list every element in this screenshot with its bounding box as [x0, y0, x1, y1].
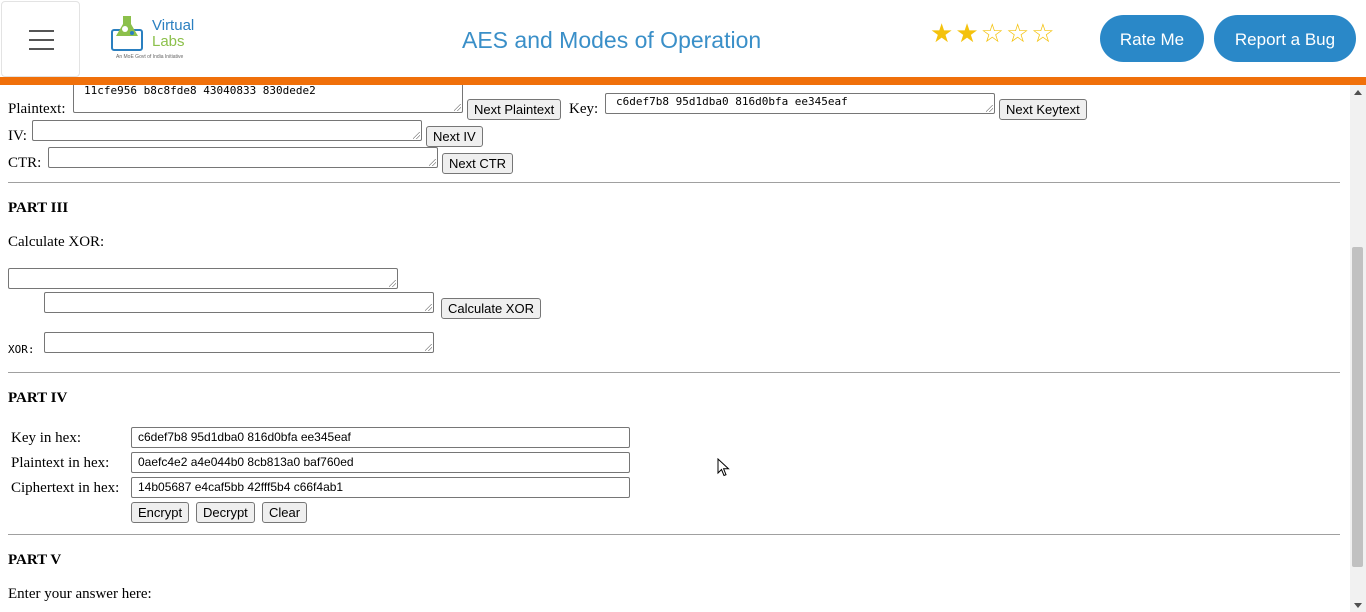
part-v-heading: PART V [8, 552, 62, 568]
xor-input-2[interactable] [44, 292, 434, 313]
logo-tagline: An MoE Govt of India Initiative [116, 54, 184, 60]
star-outline-icon[interactable]: ☆ [1031, 19, 1056, 49]
part-iii-heading: PART III [8, 200, 69, 216]
section-divider [8, 372, 1340, 373]
header-accent-bar [0, 77, 1366, 85]
key-hex-input[interactable]: c6def7b8 95d1dba0 816d0bfa ee345eaf [131, 427, 630, 448]
experiment-content: Plaintext: 11cfe956 b8c8fde8 43040833 83… [0, 85, 1350, 612]
ciphertext-hex-input[interactable]: 14b05687 e4caf5bb 42fff5b4 c66f4ab1 [131, 477, 630, 498]
logo-text-virtual: Virtual [152, 17, 195, 34]
xor-input-1[interactable] [8, 268, 398, 289]
calculate-xor-label: Calculate XOR: [8, 234, 105, 250]
scrollbar-thumb[interactable] [1352, 247, 1363, 567]
star-filled-icon[interactable]: ★ [930, 19, 955, 49]
top-header: Virtual Labs An MoE Govt of India Initia… [0, 0, 1366, 77]
part-iv-heading: PART IV [8, 390, 68, 406]
key-textarea[interactable]: c6def7b8 95d1dba0 816d0bfa ee345eaf [605, 93, 995, 114]
hamburger-line [29, 48, 54, 50]
virtual-labs-logo[interactable]: Virtual Labs An MoE Govt of India Initia… [110, 12, 202, 64]
star-outline-icon[interactable]: ☆ [981, 19, 1006, 49]
xor-result-textarea[interactable] [44, 332, 434, 353]
clear-button[interactable]: Clear [262, 502, 308, 523]
iv-textarea[interactable] [32, 120, 422, 141]
section-divider [8, 534, 1340, 535]
logo-text-labs: Labs [152, 33, 185, 50]
hamburger-line [29, 39, 54, 41]
section-divider [8, 182, 1340, 183]
next-keytext-button[interactable]: Next Keytext [999, 99, 1087, 120]
xor-result-label: XOR: [8, 343, 35, 356]
ctr-textarea[interactable] [48, 147, 438, 168]
answer-prompt: Enter your answer here: [8, 586, 152, 602]
rating-stars[interactable]: ★★☆☆☆ [930, 19, 1057, 49]
key-label: Key: [569, 101, 599, 117]
decrypt-button[interactable]: Decrypt [196, 502, 255, 523]
next-ctr-button[interactable]: Next CTR [442, 153, 514, 174]
rate-me-button[interactable]: Rate Me [1100, 15, 1204, 62]
star-filled-icon[interactable]: ★ [955, 19, 980, 49]
page-scrollbar[interactable] [1350, 85, 1366, 612]
plaintext-hex-label: Plaintext in hex: [11, 455, 110, 471]
scroll-down-arrow-icon[interactable] [1354, 603, 1362, 608]
ctr-label: CTR: [8, 155, 42, 171]
star-outline-icon[interactable]: ☆ [1006, 19, 1031, 49]
scroll-up-arrow-icon[interactable] [1354, 90, 1362, 95]
key-hex-label: Key in hex: [11, 430, 81, 446]
plaintext-label: Plaintext: [8, 101, 66, 117]
encrypt-button[interactable]: Encrypt [131, 502, 190, 523]
calculate-xor-button[interactable]: Calculate XOR [441, 298, 541, 319]
next-iv-button[interactable]: Next IV [426, 126, 483, 147]
page-title: AES and Modes of Operation [462, 27, 762, 53]
mouse-pointer-icon [717, 458, 730, 477]
ciphertext-hex-label: Ciphertext in hex: [11, 480, 120, 496]
hamburger-menu-button[interactable] [1, 1, 80, 77]
next-plaintext-button[interactable]: Next Plaintext [467, 99, 562, 120]
flask-icon [111, 16, 143, 51]
iv-label: IV: [8, 128, 27, 144]
hamburger-menu-icon [29, 30, 54, 32]
plaintext-textarea[interactable]: 11cfe956 b8c8fde8 43040833 830dede2 [73, 85, 463, 113]
plaintext-hex-input[interactable]: 0aefc4e2 a4e044b0 8cb813a0 baf760ed [131, 452, 630, 473]
report-bug-button[interactable]: Report a Bug [1214, 15, 1356, 62]
